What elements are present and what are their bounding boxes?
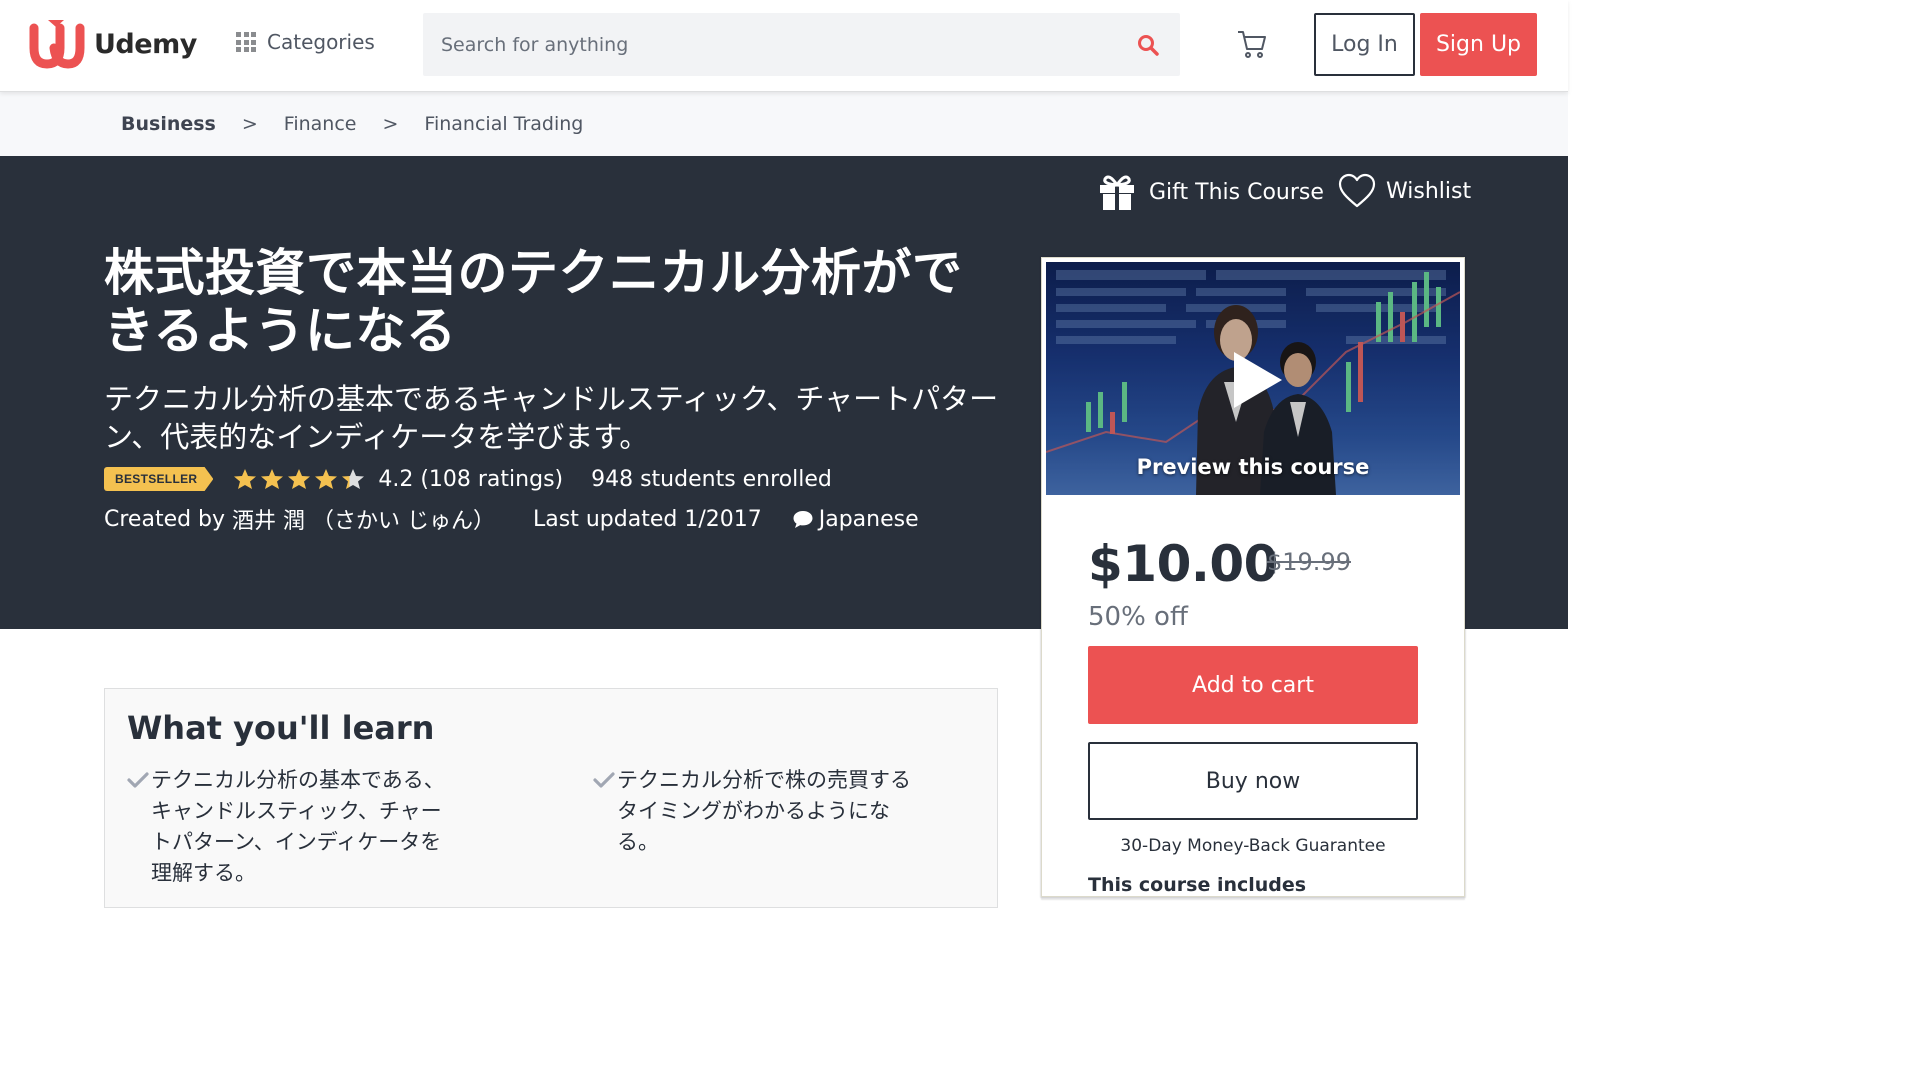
rating-text[interactable]: 4.2 (108 ratings) <box>378 467 563 492</box>
preview-label: Preview this course <box>1136 455 1370 479</box>
breadcrumb-finance[interactable]: Finance <box>284 113 357 135</box>
star-icon <box>315 469 338 489</box>
logo-text: Udemy <box>94 28 197 60</box>
add-to-cart-button[interactable]: Add to cart <box>1088 646 1418 724</box>
play-icon <box>1234 352 1282 408</box>
star-rating <box>233 468 368 490</box>
bestseller-badge: BESTSELLER <box>104 467 214 491</box>
star-icon <box>261 469 284 489</box>
udemy-logo-icon <box>29 20 85 69</box>
breadcrumb-business[interactable]: Business <box>121 113 216 135</box>
search-input[interactable] <box>423 13 1113 76</box>
star-icon <box>342 469 365 489</box>
course-subtitle: テクニカル分析の基本であるキャンドルスティック、チャートパターン、代表的なインデ… <box>104 382 999 454</box>
language-label: Japanese <box>818 506 919 532</box>
last-updated: Last updated 1/2017 <box>533 506 762 532</box>
created-by-label: Created by <box>104 506 226 532</box>
grid-icon <box>236 32 256 52</box>
buy-now-button[interactable]: Buy now <box>1088 742 1418 820</box>
course-stats: BESTSELLER 4.2 (108 ratings) 948 student… <box>104 466 832 492</box>
categories-menu[interactable]: Categories <box>236 30 375 54</box>
gift-course-label: Gift This Course <box>1149 179 1324 205</box>
gift-course-button[interactable]: Gift This Course <box>1097 173 1324 211</box>
gift-icon <box>1100 175 1134 210</box>
original-price: $19.99 <box>1267 548 1351 576</box>
course-includes-heading: This course includes <box>1088 874 1307 896</box>
breadcrumb-financial-trading[interactable]: Financial Trading <box>424 113 583 135</box>
enrolled-count: 948 students enrolled <box>591 466 832 492</box>
course-meta: Created by 酒井 潤 （さかい じゅん） Last updated 1… <box>104 503 919 535</box>
course-language: Japanese <box>792 507 919 532</box>
instructor-link[interactable]: 酒井 潤 （さかい じゅん） <box>232 503 495 535</box>
course-title: 株式投資で本当のテクニカル分析ができるようになる <box>104 244 963 360</box>
login-button[interactable]: Log In <box>1314 13 1415 76</box>
cart-icon[interactable] <box>1236 28 1268 60</box>
learn-item: テクニカル分析で株の売買するタイミングがわかるようになる。 <box>571 765 911 858</box>
check-icon <box>127 772 149 788</box>
breadcrumb: Business > Finance > Financial Trading <box>0 92 1568 156</box>
learn-item-text: テクニカル分析の基本である、キャンドルスティック、チャートパターン、インディケー… <box>151 768 445 885</box>
star-icon <box>234 469 257 489</box>
discount-label: 50% off <box>1088 602 1188 632</box>
learn-item-text: テクニカル分析で株の売買するタイミングがわかるようになる。 <box>617 768 911 854</box>
top-nav-bar: Udemy Categories Log In Sign Up <box>0 0 1568 92</box>
course-preview[interactable]: Preview this course <box>1046 262 1460 495</box>
udemy-logo[interactable]: Udemy <box>28 18 197 70</box>
what-you-will-learn: What you'll learn テクニカル分析の基本である、キャンドルスティ… <box>104 688 998 908</box>
learn-item: テクニカル分析の基本である、キャンドルスティック、チャートパターン、インディケー… <box>105 765 445 889</box>
wishlist-label: Wishlist <box>1386 178 1472 204</box>
wishlist-button[interactable]: Wishlist <box>1338 173 1471 209</box>
signup-button[interactable]: Sign Up <box>1420 13 1537 76</box>
speech-bubble-icon <box>793 511 813 528</box>
check-icon <box>593 772 615 788</box>
search-icon[interactable] <box>1136 33 1160 57</box>
current-price: $10.00 <box>1088 535 1278 593</box>
purchase-sidebar: Preview this course $10.00 $19.99 50% of… <box>1041 257 1465 897</box>
search-bar <box>423 13 1180 76</box>
breadcrumb-separator: > <box>382 113 399 135</box>
breadcrumb-separator: > <box>241 113 258 135</box>
learn-title: What you'll learn <box>127 709 435 747</box>
money-back-guarantee: 30-Day Money-Back Guarantee <box>1120 836 1386 856</box>
categories-label: Categories <box>267 30 375 54</box>
star-icon <box>288 469 311 489</box>
heart-icon <box>1338 173 1376 208</box>
